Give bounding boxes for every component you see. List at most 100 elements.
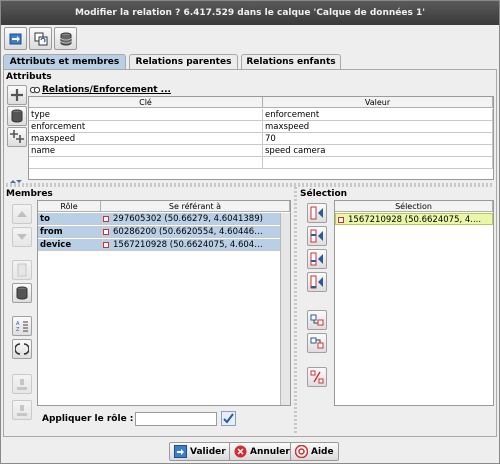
add-tag-button[interactable]	[7, 85, 27, 105]
sort-by-selection-button[interactable]	[307, 367, 327, 387]
add-after-button[interactable]	[307, 249, 327, 269]
document-icon	[17, 263, 27, 277]
remove-selected-icon	[310, 314, 324, 326]
tab-child-relations[interactable]: Relations enfants	[241, 54, 341, 70]
move-down-button[interactable]	[12, 227, 32, 247]
edit-member-button[interactable]	[12, 260, 32, 280]
attributes-section-label: Attributs	[6, 72, 52, 82]
attribute-empty-row[interactable]	[29, 157, 263, 169]
dialog-button-bar: Valider Annuler Aide	[1, 439, 499, 463]
members-section-label: Membres	[6, 189, 53, 199]
column-header-selection[interactable]: Sélection	[335, 201, 493, 212]
add-end-icon	[310, 275, 323, 289]
plus-icon	[11, 89, 23, 101]
database-button[interactable]	[54, 27, 77, 50]
members-scrollbar[interactable]	[280, 213, 290, 405]
selection-row[interactable]: 1567210928 (50.6624075, 4....	[335, 213, 493, 225]
member-role-cell[interactable]: to	[38, 213, 101, 225]
add-multiple-tags-button[interactable]	[7, 127, 27, 147]
preset-icon	[30, 86, 40, 94]
cancel-button[interactable]: Annuler	[229, 442, 295, 461]
attribute-key-cell[interactable]: enforcement	[29, 121, 263, 133]
ok-label: Valider	[190, 446, 226, 457]
preset-link[interactable]: Relations/Enforcement ...	[30, 84, 171, 96]
select-in-selection-button[interactable]	[307, 333, 327, 353]
node-icon	[103, 215, 109, 222]
member-ref-cell[interactable]: 297605302 (50.66279, 4.6041389)	[101, 213, 290, 225]
add-start-icon	[310, 206, 323, 220]
column-header-refers-to[interactable]: Se référant à	[101, 201, 290, 212]
attribute-value-cell[interactable]: enforcement	[263, 109, 493, 121]
attribute-empty-row[interactable]	[263, 157, 493, 169]
role-input[interactable]	[135, 412, 217, 426]
delete-member-button[interactable]	[12, 283, 32, 303]
member-role-cell[interactable]: from	[38, 226, 101, 238]
member-ref-text: 60286200 (50.6620554, 4.60446…	[113, 227, 263, 237]
attribute-key-cell[interactable]: name	[29, 145, 263, 157]
member-role-cell[interactable]: device	[38, 239, 101, 251]
delete-tag-button[interactable]	[7, 106, 27, 126]
column-header-role[interactable]: Rôle	[38, 201, 101, 212]
member-ref-text: 1567210928 (50.6624075, 4.604…	[113, 240, 263, 250]
node-icon	[103, 228, 109, 235]
move-down-icon	[17, 234, 27, 240]
apply-role-button[interactable]	[221, 411, 236, 426]
member-ref-cell[interactable]: 1567210928 (50.6624075, 4.604…	[101, 239, 290, 251]
checkmark-icon	[221, 411, 236, 426]
attribute-value-cell[interactable]: 70	[263, 133, 493, 145]
multi-plus-icon	[10, 130, 24, 143]
main-panel: Attributs Relations/Enforcement ... Clé …	[3, 69, 497, 437]
node-icon	[338, 216, 344, 223]
remove-selected-button[interactable]	[307, 310, 327, 330]
cancel-label: Annuler	[250, 446, 290, 457]
members-table: Rôle Se référant à to 297605302 (50.6627…	[37, 200, 291, 406]
download-incomplete-button[interactable]	[12, 374, 32, 394]
relation-editor-window: Modifier la relation ? 6.417.529 dans le…	[0, 0, 500, 464]
help-button[interactable]: Aide	[290, 442, 339, 461]
column-header-value[interactable]: Valeur	[263, 97, 493, 108]
sort-button[interactable]: A Z	[12, 316, 32, 336]
sort-by-selection-icon	[310, 370, 324, 384]
svg-text:Z: Z	[16, 327, 20, 333]
trash-icon	[16, 286, 28, 300]
member-ref-text: 297605302 (50.66279, 4.6041389)	[113, 214, 263, 224]
apply-tags-button[interactable]	[4, 27, 27, 50]
preset-label: Relations/Enforcement ...	[42, 85, 171, 95]
add-before-icon	[310, 229, 323, 243]
help-icon	[295, 445, 308, 458]
vertical-splitter[interactable]	[294, 187, 297, 435]
attribute-key-cell[interactable]: maxspeed	[29, 133, 263, 145]
database-icon	[60, 32, 71, 45]
toolbar	[1, 25, 499, 52]
apply-tags-icon	[9, 33, 21, 44]
ok-icon	[174, 445, 187, 458]
ok-button[interactable]: Valider	[169, 442, 231, 461]
add-after-icon	[310, 252, 323, 266]
selection-ref-text: 1567210928 (50.6624075, 4....	[348, 215, 482, 225]
window-title: Modifier la relation ? 6.417.529 dans le…	[1, 1, 499, 25]
trash-icon	[11, 109, 23, 123]
tab-strip: Attributs et membres Relations parentes …	[3, 54, 497, 71]
move-up-button[interactable]	[12, 204, 32, 224]
cancel-icon	[234, 445, 247, 458]
tab-parent-relations[interactable]: Relations parentes	[129, 54, 238, 70]
select-members-button[interactable]	[12, 400, 32, 420]
add-before-button[interactable]	[307, 226, 327, 246]
refresh-button[interactable]	[29, 27, 52, 50]
attribute-key-cell[interactable]: type	[29, 109, 263, 121]
attribute-value-cell[interactable]: speed camera	[263, 145, 493, 157]
attributes-table: Clé Valeur type enforcement enforcement …	[28, 96, 494, 180]
member-ref-cell[interactable]: 60286200 (50.6620554, 4.60446…	[101, 226, 290, 238]
reverse-button[interactable]	[12, 339, 32, 359]
selection-table: Sélection 1567210928 (50.6624075, 4....	[334, 200, 494, 406]
add-to-start-button[interactable]	[307, 203, 327, 223]
selection-section-label: Sélection	[300, 189, 348, 199]
attribute-value-cell[interactable]: maxspeed	[263, 121, 493, 133]
help-label: Aide	[311, 446, 334, 457]
reverse-icon	[15, 343, 29, 355]
apply-role-label: Appliquer le rôle :	[42, 414, 134, 424]
horizontal-splitter[interactable]	[6, 183, 494, 187]
column-header-key[interactable]: Clé	[29, 97, 263, 108]
node-icon	[103, 241, 109, 248]
add-to-end-button[interactable]	[307, 272, 327, 292]
